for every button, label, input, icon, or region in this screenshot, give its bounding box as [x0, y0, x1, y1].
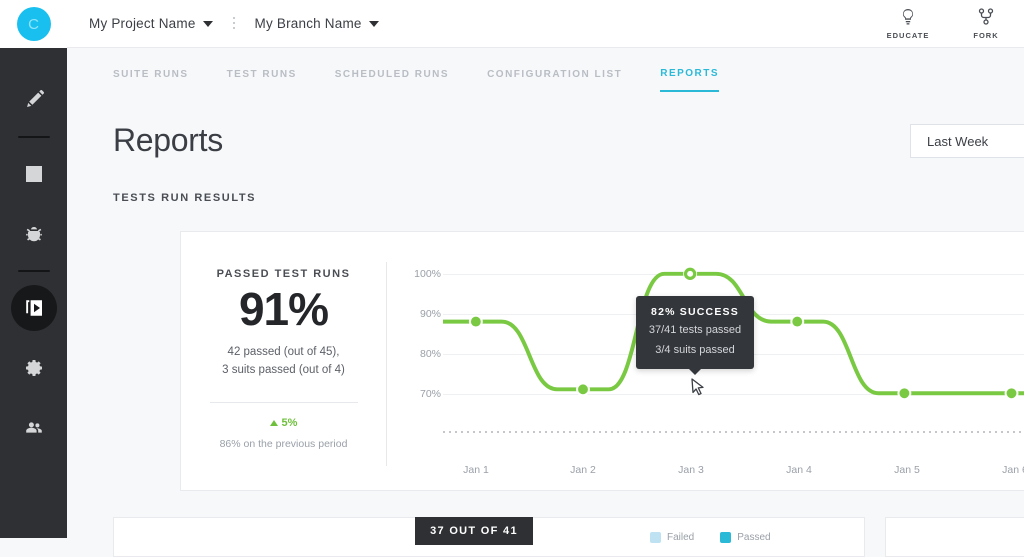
suite-runs-icon	[24, 298, 44, 318]
fork-button[interactable]: FORK	[960, 7, 1012, 40]
x-axis-labels: Jan 1 Jan 2 Jan 3 Jan 4 Jan 5 Jan 6	[443, 464, 1024, 478]
gear-icon	[24, 358, 44, 378]
top-bar: My Project Name My Branch Name EDUCATE F…	[67, 0, 1024, 48]
fork-icon	[978, 7, 994, 27]
fork-label: FORK	[973, 30, 999, 40]
data-point[interactable]	[792, 316, 803, 327]
mouse-cursor	[691, 378, 705, 403]
data-point[interactable]	[578, 384, 588, 395]
educate-button[interactable]: EDUCATE	[882, 8, 934, 40]
tooltip-line-2: 3/4 suits passed	[655, 343, 735, 356]
chevron-down-icon	[202, 20, 213, 27]
data-point[interactable]	[1006, 388, 1017, 399]
summary-value: 91%	[238, 283, 329, 335]
chart-hover-tooltip: 82% SUCCESS 37/41 tests passed 3/4 suits…	[636, 296, 754, 375]
data-point[interactable]	[470, 316, 481, 327]
summary-divider	[209, 401, 358, 403]
summary-previous-period: 86% on the previous period	[219, 437, 348, 450]
y-axis-labels: 100% 90% 80% 70%	[395, 232, 441, 490]
bottom-right-card	[885, 517, 1024, 557]
y-tick-80: 80%	[419, 348, 441, 360]
sidebar-avatar-area: C	[0, 0, 67, 48]
summary-delta: 5%	[181, 417, 386, 429]
x-tick-1: Jan 2	[570, 464, 596, 476]
sidebar-nav	[0, 48, 67, 458]
x-tick-5: Jan 6	[1002, 464, 1024, 476]
tab-bar: SUITE RUNS TEST RUNS SCHEDULED RUNS CONF…	[67, 48, 1024, 98]
tab-test-runs[interactable]: TEST RUNS	[227, 55, 297, 91]
project-selector[interactable]: My Project Name	[89, 16, 213, 31]
summary-delta-value: 5%	[281, 416, 298, 429]
y-tick-90: 90%	[419, 308, 441, 320]
x-tick-0: Jan 1	[463, 464, 489, 476]
date-range-value: Last Week	[927, 133, 989, 149]
x-tick-2: Jan 3	[678, 464, 704, 476]
passed-test-runs-summary: PASSED TEST RUNS 91% 42 passed (out of 4…	[181, 232, 386, 490]
educate-label: EDUCATE	[886, 30, 930, 40]
branch-selector[interactable]: My Branch Name	[255, 16, 379, 31]
section-title: TESTS RUN RESULTS	[113, 192, 257, 204]
sidebar-item-suite-runs[interactable]	[10, 285, 57, 331]
chevron-down-icon	[368, 20, 379, 27]
top-bar-actions: EDUCATE FORK	[882, 7, 1024, 40]
sidebar-item-settings[interactable]	[11, 345, 57, 391]
tooltip-line-1: 37/41 tests passed	[648, 324, 742, 336]
bug-icon	[24, 224, 44, 244]
avatar[interactable]: C	[16, 7, 51, 41]
data-point[interactable]	[683, 267, 697, 280]
left-sidebar: C	[0, 0, 67, 538]
arrow-up-icon	[269, 419, 278, 426]
x-tick-3: Jan 4	[786, 464, 812, 476]
tab-reports[interactable]: REPORTS	[660, 54, 720, 92]
branch-name: My Branch Name	[254, 16, 362, 31]
users-icon	[24, 418, 44, 438]
y-tick-70: 70%	[419, 388, 441, 400]
sidebar-item-defects[interactable]	[11, 211, 57, 257]
tests-run-results-card: PASSED TEST RUNS 91% 42 passed (out of 4…	[180, 231, 1024, 491]
lightbulb-icon	[900, 8, 916, 27]
project-name: My Project Name	[89, 16, 196, 31]
sidebar-item-users[interactable]	[11, 405, 57, 451]
tooltip-title: 82% SUCCESS	[651, 306, 739, 318]
date-range-select[interactable]: Last Week	[910, 124, 1024, 158]
y-tick-100: 100%	[414, 268, 441, 280]
page-content: Reports Last Week TESTS RUN RESULTS PASS…	[67, 98, 1024, 491]
sidebar-item-edit[interactable]	[11, 77, 57, 123]
tooltip-pointer	[688, 367, 702, 375]
summary-detail-line-1: 42 passed (out of 45),	[227, 346, 340, 358]
tab-scheduled-runs[interactable]: SCHEDULED RUNS	[335, 55, 449, 91]
x-tick-4: Jan 5	[894, 464, 920, 476]
breadcrumb-separator	[232, 16, 235, 31]
page-title: Reports	[113, 122, 223, 158]
tab-suite-runs[interactable]: SUITE RUNS	[113, 55, 189, 91]
sidebar-item-test-cases[interactable]	[11, 151, 57, 197]
data-point[interactable]	[899, 388, 910, 399]
summary-detail-line-2: 3 suits passed (out of 4)	[222, 363, 345, 376]
summary-label: PASSED TEST RUNS	[216, 268, 351, 280]
pencil-icon	[24, 90, 44, 110]
bottom-tooltip: 37 OUT OF 41	[415, 517, 533, 545]
sidebar-divider	[17, 136, 50, 138]
list-icon	[24, 164, 44, 184]
tab-configuration-list[interactable]: CONFIGURATION LIST	[487, 55, 622, 91]
sidebar-divider-2	[17, 270, 50, 272]
summary-detail: 42 passed (out of 45), 3 suits passed (o…	[181, 344, 386, 380]
